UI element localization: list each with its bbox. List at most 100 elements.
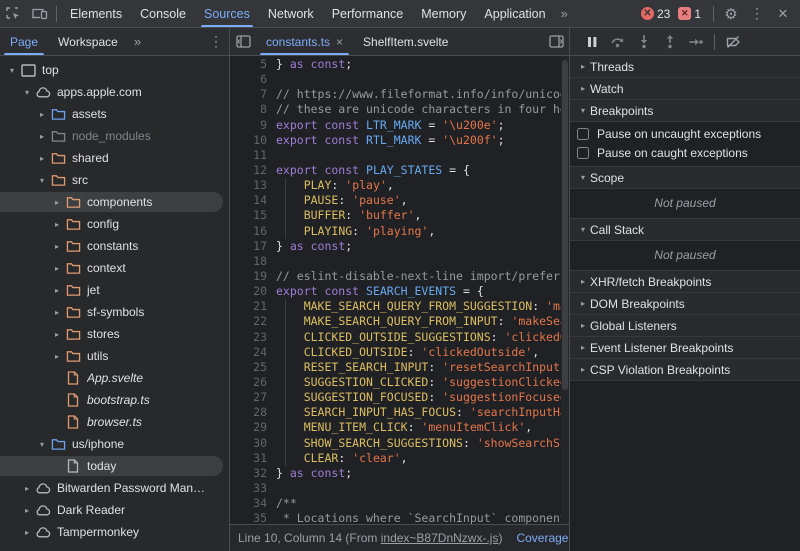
line-number[interactable]: 18 <box>230 254 276 269</box>
line-number[interactable]: 17 <box>230 239 276 254</box>
tree-item-shared[interactable]: ▸ shared <box>0 147 229 169</box>
code-line-16[interactable]: 16 PLAYING: 'playing', <box>230 224 569 239</box>
checkbox-pause-on-uncaught-exceptions[interactable]: Pause on uncaught exceptions <box>570 124 800 143</box>
chevron-down-icon[interactable]: ▾ <box>36 440 48 449</box>
navigator-menu-kebab-icon[interactable]: ⋮ <box>203 29 229 55</box>
code-line-33[interactable]: 33 <box>230 481 569 496</box>
section-watch[interactable]: ▸ Watch <box>570 78 800 100</box>
line-number[interactable]: 30 <box>230 436 276 451</box>
section-xhr-fetch-breakpoints[interactable]: ▸ XHR/fetch Breakpoints <box>570 271 800 293</box>
line-number[interactable]: 22 <box>230 314 276 329</box>
line-number[interactable]: 31 <box>230 451 276 466</box>
checkbox-icon[interactable] <box>577 127 589 140</box>
error-badge[interactable]: ✕ 23 <box>640 7 670 21</box>
section-breakpoints[interactable]: ▾ Breakpoints <box>570 100 800 122</box>
chevron-right-icon[interactable]: ▸ <box>51 308 63 317</box>
code-line-35[interactable]: 35 * Locations where `SearchInput` compo… <box>230 511 569 524</box>
editor-scrollbar[interactable] <box>561 56 569 524</box>
tree-item-context[interactable]: ▸ context <box>0 257 229 279</box>
code-line-21[interactable]: 21 MAKE_SEARCH_QUERY_FROM_SUGGESTION: 'm… <box>230 299 569 314</box>
line-number[interactable]: 5 <box>230 57 276 72</box>
chevron-right-icon[interactable]: ▸ <box>36 110 48 119</box>
code-area[interactable]: 5} as const; 6 7// https://www.fileformat.… <box>230 56 569 524</box>
line-number[interactable]: 29 <box>230 420 276 435</box>
chevron-right-icon[interactable]: ▸ <box>51 264 63 273</box>
section-scope[interactable]: ▾ Scope <box>570 167 800 189</box>
more-options-kebab-icon[interactable]: ⋮ <box>744 1 770 27</box>
tree-item-today[interactable]: today <box>0 455 229 477</box>
line-number[interactable]: 32 <box>230 466 276 481</box>
code-line-10[interactable]: 10 export const RTL_MARK = '\u200f'; <box>230 133 569 148</box>
navigator-tab-page[interactable]: Page <box>0 28 48 55</box>
sourcemap-link[interactable]: index~B87DnNzwx-.js <box>381 531 499 545</box>
line-number[interactable]: 35 <box>230 511 276 524</box>
section-global-listeners[interactable]: ▸ Global Listeners <box>570 315 800 337</box>
chevron-right-icon[interactable]: ▸ <box>36 154 48 163</box>
section-call-stack[interactable]: ▾ Call Stack <box>570 219 800 241</box>
checkbox-pause-on-caught-exceptions[interactable]: Pause on caught exceptions <box>570 143 800 162</box>
line-number[interactable]: 7 <box>230 87 276 102</box>
chevron-right-icon[interactable]: ▸ <box>21 506 33 515</box>
chevron-down-icon[interactable]: ▾ <box>36 176 48 185</box>
tree-item-tampermonkey[interactable]: ▸ Tampermonkey <box>0 521 229 543</box>
inspect-element-icon[interactable] <box>0 1 26 27</box>
line-number[interactable]: 19 <box>230 269 276 284</box>
chevron-right-icon[interactable]: ▸ <box>21 528 33 537</box>
code-line-6[interactable]: 6 <box>230 72 569 87</box>
step-over-icon[interactable] <box>606 30 630 54</box>
panel-tab-network[interactable]: Network <box>259 0 323 27</box>
open-sidebar-icon[interactable] <box>543 29 569 55</box>
line-number[interactable]: 14 <box>230 193 276 208</box>
line-number[interactable]: 10 <box>230 133 276 148</box>
code-line-9[interactable]: 9 export const LTR_MARK = '\u200e'; <box>230 118 569 133</box>
deactivate-breakpoints-icon[interactable] <box>721 30 745 54</box>
tree-item-config[interactable]: ▸ config <box>0 213 229 235</box>
panel-tab-elements[interactable]: Elements <box>61 0 131 27</box>
coverage-link[interactable]: Coverage <box>502 531 568 545</box>
navigator-tab-workspace[interactable]: Workspace <box>48 28 128 55</box>
code-line-7[interactable]: 7// https://www.fileformat.info/info/uni… <box>230 87 569 102</box>
line-number[interactable]: 28 <box>230 405 276 420</box>
code-line-11[interactable]: 11 <box>230 148 569 163</box>
tree-item-node-modules[interactable]: ▸ node_modules <box>0 125 229 147</box>
section-csp-violation-breakpoints[interactable]: ▸ CSP Violation Breakpoints <box>570 359 800 381</box>
line-number[interactable]: 21 <box>230 299 276 314</box>
code-line-32[interactable]: 32} as const; <box>230 466 569 481</box>
code-line-23[interactable]: 23 CLICKED_OUTSIDE_SUGGESTIONS: 'clicked… <box>230 330 569 345</box>
code-line-17[interactable]: 17} as const; <box>230 239 569 254</box>
line-number[interactable]: 25 <box>230 360 276 375</box>
tree-item-src[interactable]: ▾ src <box>0 169 229 191</box>
code-line-15[interactable]: 15 BUFFER: 'buffer', <box>230 208 569 223</box>
tree-item-jet[interactable]: ▸ jet <box>0 279 229 301</box>
code-line-12[interactable]: 12 export const PLAY_STATES = { <box>230 163 569 178</box>
chevron-right-icon[interactable]: ▸ <box>51 352 63 361</box>
chevron-right-icon[interactable]: ▸ <box>21 484 33 493</box>
section-threads[interactable]: ▸ Threads <box>570 56 800 78</box>
step-into-icon[interactable] <box>632 30 656 54</box>
line-number[interactable]: 6 <box>230 72 276 87</box>
line-number[interactable]: 24 <box>230 345 276 360</box>
tree-item-constants[interactable]: ▸ constants <box>0 235 229 257</box>
tree-item-utils[interactable]: ▸ utils <box>0 345 229 367</box>
code-line-22[interactable]: 22 MAKE_SEARCH_QUERY_FROM_INPUT: 'makeSe… <box>230 314 569 329</box>
tree-item-us-iphone[interactable]: ▾ us/iphone <box>0 433 229 455</box>
code-line-28[interactable]: 28 SEARCH_INPUT_HAS_FOCUS: 'searchInputH… <box>230 405 569 420</box>
tree-item-top[interactable]: ▾ top <box>0 59 229 81</box>
navigator-more-tabs-button[interactable]: » <box>128 34 147 49</box>
code-line-29[interactable]: 29 MENU_ITEM_CLICK: 'menuItemClick', <box>230 420 569 435</box>
code-line-27[interactable]: 27 SUGGESTION_FOCUSED: 'suggestionFocuse… <box>230 390 569 405</box>
code-line-20[interactable]: 20 export const SEARCH_EVENTS = { <box>230 284 569 299</box>
device-toolbar-icon[interactable] <box>26 1 52 27</box>
line-number[interactable]: 34 <box>230 496 276 511</box>
code-line-13[interactable]: 13 PLAY: 'play', <box>230 178 569 193</box>
tree-item-apps-apple-com[interactable]: ▾ apps.apple.com <box>0 81 229 103</box>
chevron-right-icon[interactable]: ▸ <box>51 286 63 295</box>
line-number[interactable]: 15 <box>230 208 276 223</box>
collapse-navigator-icon[interactable] <box>230 29 256 55</box>
section-dom-breakpoints[interactable]: ▸ DOM Breakpoints <box>570 293 800 315</box>
pause-icon[interactable] <box>580 30 604 54</box>
tree-item-components[interactable]: ▸ components <box>0 191 229 213</box>
tree-item-stores[interactable]: ▸ stores <box>0 323 229 345</box>
code-line-25[interactable]: 25 RESET_SEARCH_INPUT: 'resetSearchInput… <box>230 360 569 375</box>
panel-tab-sources[interactable]: Sources <box>195 0 259 27</box>
